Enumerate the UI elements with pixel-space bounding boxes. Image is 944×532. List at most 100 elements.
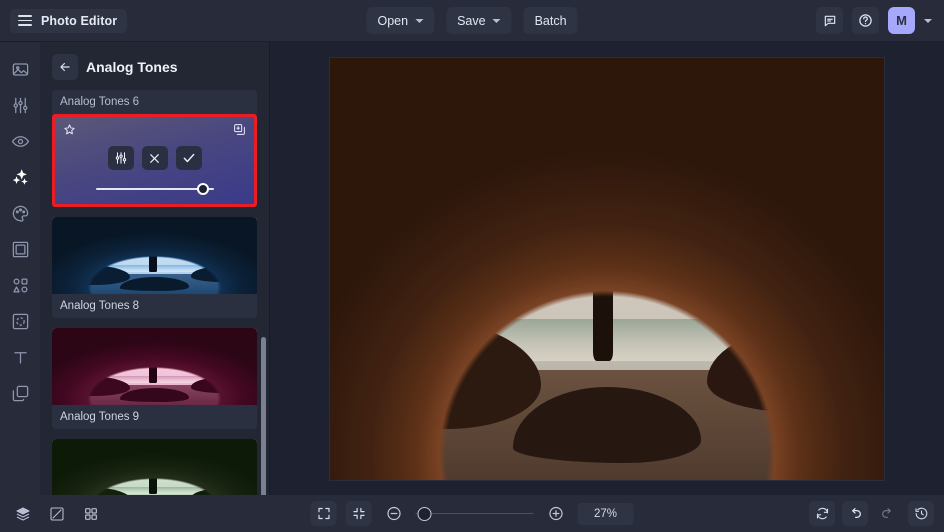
arrow-left-icon [58,60,72,74]
zoom-out-button[interactable] [381,501,407,526]
save-button[interactable]: Save [446,7,512,34]
sliders-icon [11,96,30,115]
undo-icon [847,506,863,522]
preset-tint-overlay [52,439,257,495]
photo-editor-window: Photo Editor Open Save Batch [0,0,944,532]
zoom-level-value[interactable]: 27% [578,503,634,525]
rail-item-focus[interactable] [3,304,37,338]
selected-preset-label: Analog Tones 6 [52,90,257,114]
preset-actions [108,146,202,170]
copy-icon[interactable] [233,123,246,141]
open-label: Open [377,14,408,28]
panel-title: Analog Tones [86,59,178,75]
compare-button[interactable] [44,501,70,526]
file-actions: Open Save Batch [366,7,577,34]
history-icon [914,506,929,521]
preset-settings-button[interactable] [108,146,134,170]
slider-handle[interactable] [418,507,432,521]
preset-tint-overlay [52,217,257,294]
frame-icon [11,240,30,259]
text-icon [11,348,30,367]
history-controls [809,501,934,526]
preset-tint-overlay [52,328,257,405]
top-toolbar: Photo Editor Open Save Batch [0,0,944,42]
check-icon [182,151,196,165]
slider-handle[interactable] [197,183,209,195]
cave-scene [330,58,884,480]
rail-item-retouch[interactable] [3,124,37,158]
preset-thumb-8[interactable]: Analog Tones 8 [52,217,257,318]
layers-icon [11,384,30,403]
preset-apply-button[interactable] [176,146,202,170]
help-button[interactable] [852,7,879,34]
tool-rail [0,42,40,495]
app-title: Photo Editor [41,14,117,28]
sliders-icon [114,151,128,165]
history-button[interactable] [908,501,934,526]
save-label: Save [457,14,486,28]
shapes-icon [11,276,30,295]
rail-item-text[interactable] [3,340,37,374]
fit-screen-button[interactable] [311,501,337,526]
rail-item-color[interactable] [3,196,37,230]
preset-cancel-button[interactable] [142,146,168,170]
selected-preset-card[interactable] [52,114,257,207]
minus-circle-icon [385,505,402,522]
rail-item-frame[interactable] [3,232,37,266]
slider-track [416,513,534,515]
preset-thumbnail [52,217,257,294]
compare-icon [49,506,65,522]
layers-panel-button[interactable] [10,501,36,526]
eye-icon [11,132,30,151]
undo-button[interactable] [842,501,868,526]
workspace: Analog Tones Analog Tones 6 [0,42,944,495]
chevron-down-icon [415,19,423,23]
rail-item-layers[interactable] [3,376,37,410]
preset-thumb-9[interactable]: Analog Tones 9 [52,328,257,429]
preset-thumb-next[interactable] [52,439,257,495]
slider-track [96,188,214,190]
panel-header: Analog Tones [40,42,269,90]
bottom-toolbar: 27% [0,495,944,532]
back-button[interactable] [52,54,78,80]
image-icon [11,60,30,79]
batch-label: Batch [535,14,567,28]
open-button[interactable]: Open [366,7,434,34]
edited-photo[interactable] [329,57,885,481]
grid-icon [83,506,99,522]
comment-icon [823,14,837,28]
refresh-icon [815,506,830,521]
rail-item-shapes[interactable] [3,268,37,302]
rail-item-adjust[interactable] [3,88,37,122]
layers-stack-icon [15,506,31,522]
preset-thumbnail [52,439,257,495]
rail-item-effects[interactable] [3,160,37,194]
reset-button[interactable] [809,501,835,526]
zoom-in-button[interactable] [543,501,569,526]
app-menu-button[interactable]: Photo Editor [10,9,127,33]
account-actions: M [816,7,934,34]
redo-button[interactable] [875,501,901,526]
redo-icon [880,506,896,522]
question-circle-icon [858,13,873,28]
zoom-controls: 27% [311,501,634,526]
zoom-slider[interactable] [416,507,534,521]
avatar[interactable]: M [888,7,915,34]
rail-item-image[interactable] [3,52,37,86]
canvas-area[interactable] [270,42,944,495]
preset-intensity-slider[interactable] [96,183,214,195]
batch-button[interactable]: Batch [524,7,578,34]
grid-button[interactable] [78,501,104,526]
feedback-button[interactable] [816,7,843,34]
collapse-icon [351,506,366,521]
preset-thumb-label: Analog Tones 8 [52,294,257,318]
actual-size-button[interactable] [346,501,372,526]
preset-thumbnail [52,328,257,405]
hamburger-icon [18,15,32,26]
star-icon[interactable] [63,123,76,141]
plus-circle-icon [547,505,564,522]
preset-list[interactable]: Analog Tones 6 [40,90,269,495]
palette-icon [11,204,30,223]
presets-panel: Analog Tones Analog Tones 6 [40,42,270,495]
chevron-down-icon[interactable] [924,19,932,23]
